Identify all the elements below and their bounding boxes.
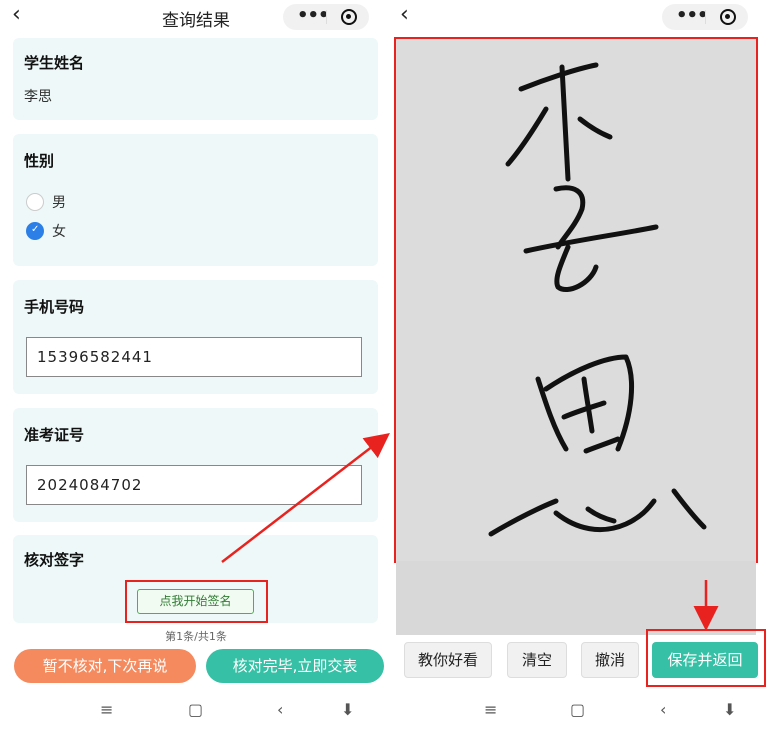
phone-input[interactable]: 15396582441 [26, 337, 362, 377]
signature-label: 核对签字 [24, 551, 85, 569]
exam-id-input[interactable]: 2024084702 [26, 465, 362, 505]
menu-icon[interactable]: ≡ [484, 700, 497, 719]
gender-card: 性别 男 女 [13, 134, 378, 266]
down-arrow-icon[interactable]: ⬇ [723, 700, 736, 719]
target-icon[interactable] [720, 9, 736, 25]
exam-id-label: 准考证号 [24, 426, 85, 444]
radio-unchecked-icon[interactable] [26, 193, 44, 211]
clear-button[interactable]: 清空 [507, 642, 567, 678]
home-square-icon[interactable]: ▢ [188, 700, 203, 719]
chevron-left-icon[interactable]: ‹ [400, 2, 409, 27]
gender-option-male[interactable]: 男 [26, 192, 66, 212]
gender-label: 性别 [24, 152, 55, 170]
down-arrow-icon[interactable]: ⬇ [341, 700, 354, 719]
top-bar: ‹ 查询结果 ••• [0, 0, 392, 34]
submit-form-button[interactable]: 核对完毕,立即交表 [206, 649, 384, 683]
home-square-icon[interactable]: ▢ [570, 700, 585, 719]
annotation-highlight-box [646, 629, 766, 687]
undo-button[interactable]: 撤消 [581, 642, 639, 678]
gender-option-label: 女 [52, 224, 66, 240]
capsule-divider [705, 10, 706, 24]
capsule-divider [326, 10, 327, 24]
target-icon[interactable] [341, 9, 357, 25]
annotation-highlight-box [394, 37, 758, 563]
signature-screen: ‹ ••• 教你好看 清空 撤消 保存并返回 ≡ ▢ ‹ ⬇ [392, 0, 770, 732]
exam-id-card: 准考证号 2024084702 [13, 408, 378, 522]
student-name-label: 学生姓名 [24, 54, 85, 72]
gender-option-female[interactable]: 女 [26, 221, 66, 241]
mini-program-capsule[interactable]: ••• [662, 4, 748, 30]
student-name-value: 李思 [24, 89, 52, 105]
phone-label: 手机号码 [24, 298, 85, 316]
back-icon[interactable]: ‹ [660, 700, 666, 719]
more-icon[interactable]: ••• [297, 5, 330, 26]
gender-option-label: 男 [52, 195, 66, 211]
mini-program-capsule[interactable]: ••• [283, 4, 369, 30]
system-nav-bar: ≡ ▢ ‹ ⬇ [0, 694, 392, 732]
signature-canvas-lower [396, 561, 756, 635]
system-nav-bar: ≡ ▢ ‹ ⬇ [392, 694, 770, 732]
pager-text: 第1条/共1条 [165, 630, 227, 643]
skip-verification-button[interactable]: 暂不核对,下次再说 [14, 649, 196, 683]
top-bar: ‹ ••• [392, 0, 770, 34]
radio-checked-icon[interactable] [26, 222, 44, 240]
teach-button[interactable]: 教你好看 [404, 642, 492, 678]
student-name-card: 学生姓名 李思 [13, 38, 378, 120]
more-icon[interactable]: ••• [676, 5, 709, 26]
menu-icon[interactable]: ≡ [100, 700, 113, 719]
form-screen: ‹ 查询结果 ••• 学生姓名 李思 性别 男 女 手机号码 153965824… [0, 0, 392, 732]
back-icon[interactable]: ‹ [277, 700, 283, 719]
annotation-highlight-box [125, 580, 268, 623]
phone-card: 手机号码 15396582441 [13, 280, 378, 394]
